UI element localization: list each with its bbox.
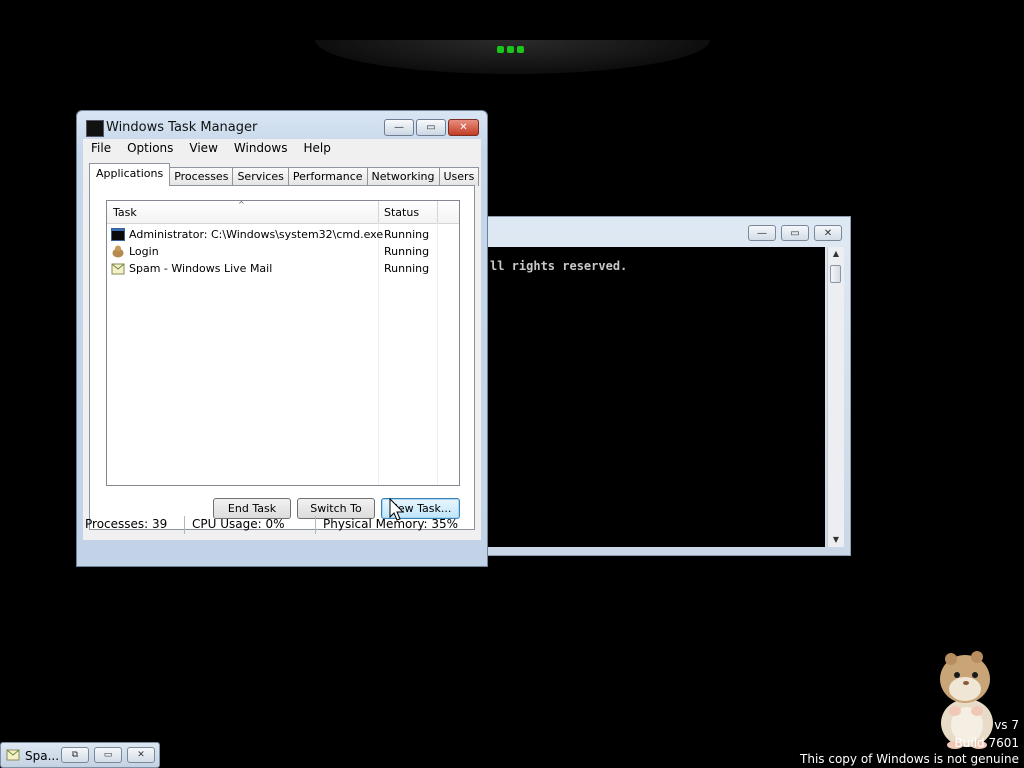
- mail-icon: [111, 263, 125, 275]
- task-name: Administrator: C:\Windows\system32\cmd.e…: [129, 228, 384, 241]
- console-text-line: ll rights reserved.: [490, 259, 628, 273]
- menu-file[interactable]: File: [83, 139, 119, 159]
- minimized-window-bar[interactable]: Spa... ⧉ ▭ ✕: [0, 742, 160, 768]
- menu-bar: File Options View Windows Help: [83, 139, 339, 159]
- login-app-icon: [112, 245, 124, 258]
- menu-windows[interactable]: Windows: [226, 139, 296, 159]
- scroll-thumb[interactable]: [830, 265, 841, 283]
- menu-view[interactable]: View: [181, 139, 225, 159]
- os-version-text: vs 7: [994, 718, 1019, 732]
- console-minimize-button[interactable]: —: [748, 225, 776, 241]
- close-button[interactable]: ✕: [448, 119, 479, 136]
- build-text: Build 7601: [954, 736, 1019, 750]
- tab-strip: Applications Processes Services Performa…: [89, 163, 480, 186]
- sort-arrow-icon: ^: [238, 200, 245, 209]
- maximize-button[interactable]: ▭: [94, 747, 122, 763]
- task-status: Running: [384, 245, 430, 258]
- minimized-window-label: Spa...: [25, 749, 60, 763]
- list-item[interactable]: Spam - Windows Live Mail Running: [111, 261, 451, 278]
- wallpaper-green-light: [497, 46, 527, 56]
- console-window[interactable]: — ▭ ✕ ll rights reserved. ▲ ▼: [487, 216, 851, 556]
- console-close-button[interactable]: ✕: [814, 225, 842, 241]
- status-processes: Processes: 39: [85, 517, 168, 531]
- tab-users[interactable]: Users: [438, 167, 480, 186]
- task-name: Spam - Windows Live Mail: [129, 262, 273, 275]
- tab-processes[interactable]: Processes: [169, 167, 234, 186]
- task-name: Login: [129, 245, 159, 258]
- list-item[interactable]: Administrator: C:\Windows\system32\cmd.e…: [111, 227, 451, 244]
- tab-networking[interactable]: Networking: [366, 167, 440, 186]
- task-manager-window[interactable]: Windows Task Manager — ▭ ✕ File Options …: [76, 110, 488, 567]
- tab-applications[interactable]: Applications: [89, 163, 171, 186]
- task-status: Running: [384, 262, 430, 275]
- hamster-image: [940, 651, 993, 749]
- cmd-icon: [111, 228, 125, 241]
- scroll-down-arrow-icon[interactable]: ▼: [828, 533, 844, 547]
- tab-services[interactable]: Services: [232, 167, 289, 186]
- not-genuine-text: This copy of Windows is not genuine: [800, 752, 1019, 766]
- window-title: Windows Task Manager: [106, 120, 258, 135]
- menu-options[interactable]: Options: [119, 139, 181, 159]
- task-manager-app-icon: [86, 120, 104, 137]
- applications-list[interactable]: ^ Task Status Administrator: C:\Windows\…: [106, 200, 460, 486]
- close-button[interactable]: ✕: [127, 747, 155, 763]
- status-bar: Processes: 39 CPU Usage: 0% Physical Mem…: [77, 514, 489, 538]
- console-scrollbar[interactable]: ▲ ▼: [827, 247, 844, 547]
- restore-button[interactable]: ⧉: [61, 747, 89, 763]
- menu-help[interactable]: Help: [295, 139, 338, 159]
- scroll-up-arrow-icon[interactable]: ▲: [828, 247, 844, 261]
- mail-icon: [6, 749, 20, 761]
- list-header: ^ Task Status: [107, 200, 459, 224]
- tab-performance[interactable]: Performance: [287, 167, 368, 186]
- status-cpu-usage: CPU Usage: 0%: [192, 517, 285, 531]
- minimize-button[interactable]: —: [384, 119, 414, 136]
- console-maximize-button[interactable]: ▭: [781, 225, 809, 241]
- list-item[interactable]: Login Running: [111, 244, 451, 261]
- task-manager-client: File Options View Windows Help Applicati…: [83, 139, 481, 540]
- mouse-cursor-icon: [389, 497, 405, 521]
- column-header-task[interactable]: Task: [113, 206, 137, 219]
- column-header-status[interactable]: Status: [384, 206, 419, 219]
- task-status: Running: [384, 228, 430, 241]
- maximize-button[interactable]: ▭: [416, 119, 446, 136]
- console-screen[interactable]: ll rights reserved.: [488, 247, 825, 547]
- applications-panel: ^ Task Status Administrator: C:\Windows\…: [89, 185, 475, 530]
